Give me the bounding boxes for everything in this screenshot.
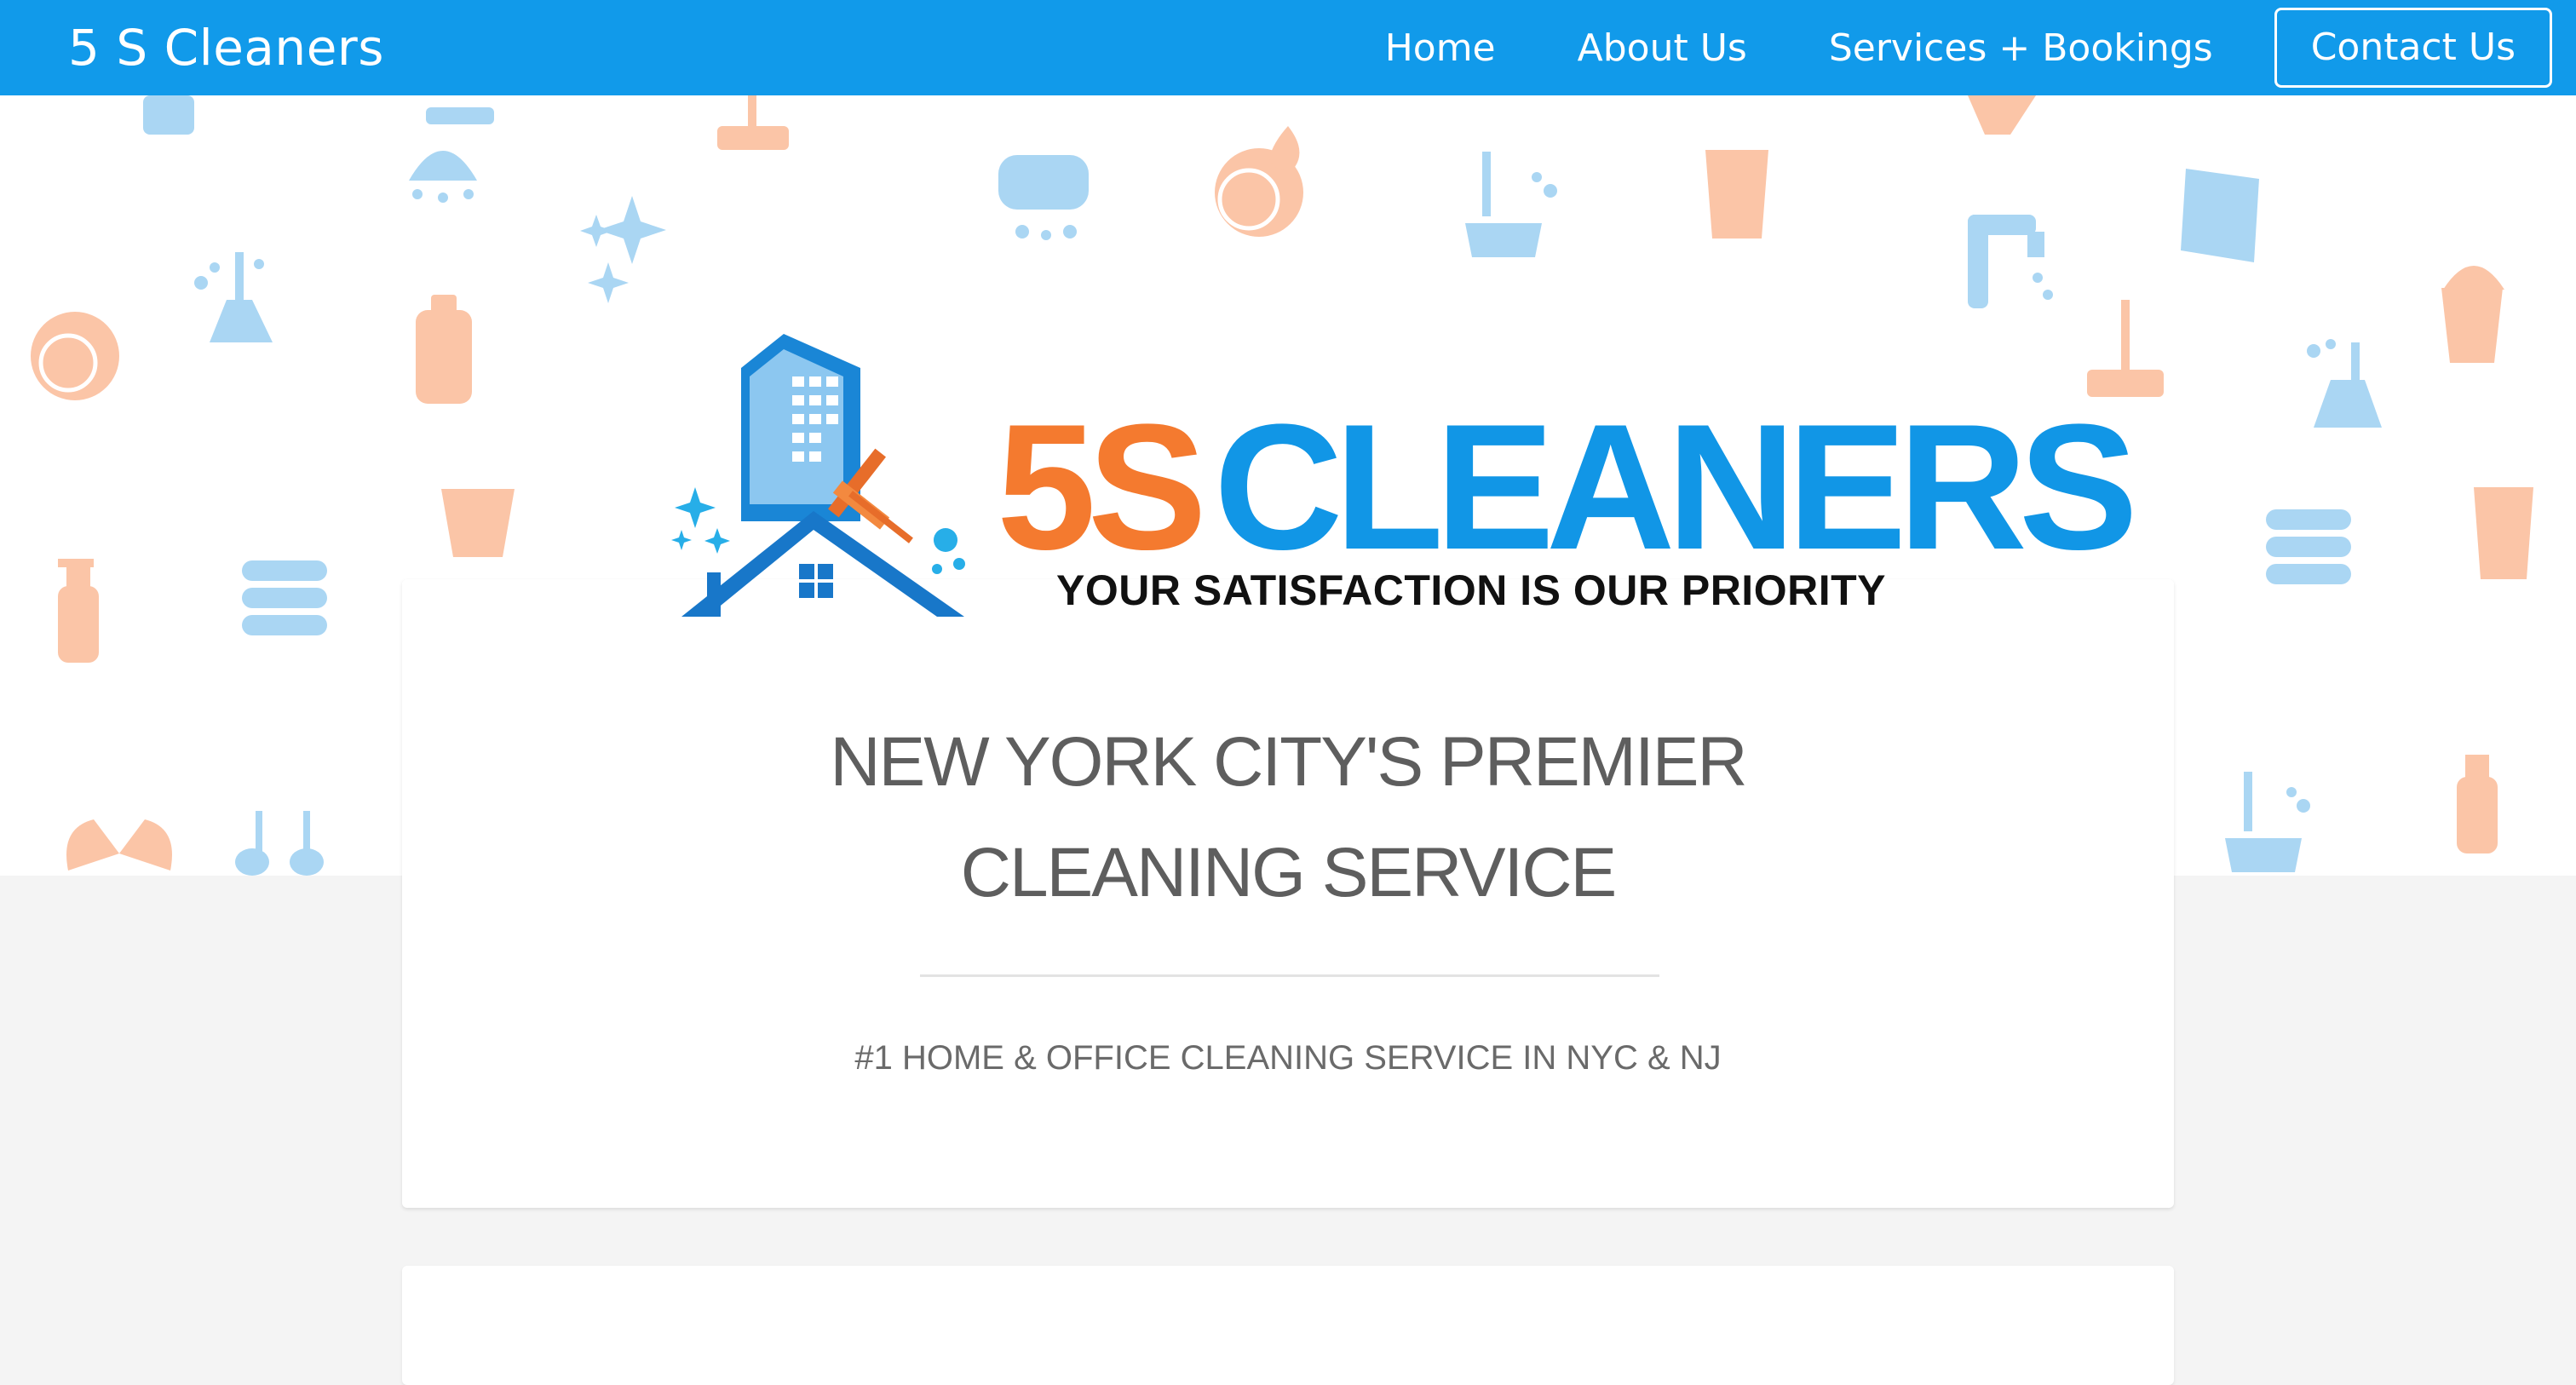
- sponge-icon: [998, 155, 1089, 240]
- company-logo: 5SCLEANERS YOUR SATISFACTION IS OUR PRIO…: [664, 317, 2138, 641]
- mop-bucket-icon: [2225, 772, 2310, 872]
- logo-tagline: YOUR SATISFACTION IS OUR PRIORITY: [1056, 566, 1886, 614]
- logo-cleaners-text: CLEANERS: [1213, 387, 2138, 587]
- bucket-icon: [1705, 150, 1768, 238]
- plate-icon: [1215, 126, 1303, 237]
- brush-icon: [2087, 300, 2164, 397]
- towel-icon: [2266, 509, 2351, 584]
- broom-icon: [194, 252, 273, 342]
- bucket-icon: [441, 489, 515, 557]
- hero-card: NEW YORK CITY'S PREMIER CLEANING SERVICE…: [402, 579, 2174, 1208]
- brand-link[interactable]: 5 S Cleaners: [68, 0, 384, 95]
- logo-wordmark: 5SCLEANERS: [997, 398, 2138, 577]
- bucket-icon: [2441, 266, 2504, 363]
- broom-icon: [2307, 339, 2382, 428]
- faucet-icon: [1968, 215, 2053, 308]
- nav-home-link[interactable]: Home: [1385, 26, 1496, 70]
- brush-icon: [717, 95, 789, 150]
- nav-about-link[interactable]: About Us: [1578, 26, 1747, 70]
- plate-icon: [31, 312, 119, 400]
- towel-icon: [242, 560, 327, 635]
- bottle-icon: [143, 95, 194, 135]
- gloves-icon: [66, 819, 172, 871]
- spray-bottle-icon: [58, 559, 99, 663]
- shower-icon: [409, 107, 494, 203]
- mop-bucket-icon: [1465, 152, 1557, 257]
- cloth-icon: [1968, 95, 2036, 135]
- logo-5s-text: 5S: [997, 387, 1207, 587]
- sparkles-icon: [580, 196, 666, 303]
- house-building-logo-icon: [671, 334, 965, 617]
- nav-services-link[interactable]: Services + Bookings: [1829, 26, 2213, 70]
- bucket-icon: [2474, 487, 2533, 579]
- spray-bottle-icon: [2457, 755, 2498, 853]
- page-subtitle: #1 HOME & OFFICE CLEANING SERVICE IN NYC…: [854, 1039, 1722, 1077]
- plunger-icon: [235, 811, 324, 876]
- divider: [920, 974, 1659, 977]
- nav-links: Home About Us Services + Bookings Contac…: [1385, 0, 2552, 95]
- detergent-bottle-icon: [416, 295, 472, 404]
- cloth-icon: [2181, 169, 2259, 262]
- nav-contact-button[interactable]: Contact Us: [2274, 8, 2552, 88]
- content-card: [402, 1266, 2174, 1385]
- top-navbar: 5 S Cleaners Home About Us Services + Bo…: [0, 0, 2576, 95]
- page-title-line2: CLEANING SERVICE: [960, 834, 1618, 911]
- page-title: NEW YORK CITY'S PREMIER CLEANING SERVICE: [402, 707, 2174, 928]
- page-title-line1: NEW YORK CITY'S PREMIER: [830, 723, 1747, 801]
